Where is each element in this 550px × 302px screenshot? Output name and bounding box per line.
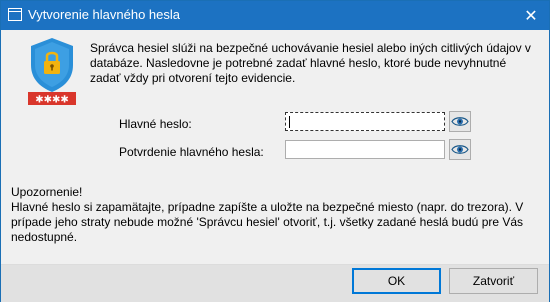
window-icon bbox=[8, 8, 22, 21]
show-password-button[interactable] bbox=[449, 111, 471, 132]
confirm-password-input[interactable] bbox=[285, 140, 445, 159]
ok-button[interactable]: OK bbox=[352, 268, 441, 294]
close-window-button[interactable]: ✕ bbox=[513, 1, 549, 30]
warning-text: Hlavné heslo si zapamätajte, prípadne za… bbox=[11, 200, 524, 244]
shield-lock-icon: ✱✱✱✱ bbox=[28, 38, 76, 106]
confirm-password-label: Potvrdenie hlavného hesla: bbox=[119, 145, 264, 159]
close-button[interactable]: Zatvoriť bbox=[449, 268, 538, 294]
eye-icon bbox=[451, 117, 469, 126]
text-caret bbox=[289, 116, 290, 128]
password-input[interactable] bbox=[285, 112, 445, 131]
eye-icon bbox=[451, 145, 469, 154]
password-label: Hlavné heslo: bbox=[119, 117, 192, 131]
close-icon: ✕ bbox=[524, 7, 538, 25]
intro-text: Správca hesiel slúži na bezpečné uchováv… bbox=[90, 41, 531, 85]
dialog-window: Vytvorenie hlavného hesla ✕ ✱✱✱✱ Správca… bbox=[0, 0, 550, 302]
svg-text:✱✱✱✱: ✱✱✱✱ bbox=[35, 95, 69, 106]
show-confirm-password-button[interactable] bbox=[449, 139, 471, 160]
title-bar: Vytvorenie hlavného hesla ✕ bbox=[1, 1, 549, 30]
window-title: Vytvorenie hlavného hesla bbox=[28, 7, 181, 22]
warning-title: Upozornenie! bbox=[11, 185, 83, 199]
